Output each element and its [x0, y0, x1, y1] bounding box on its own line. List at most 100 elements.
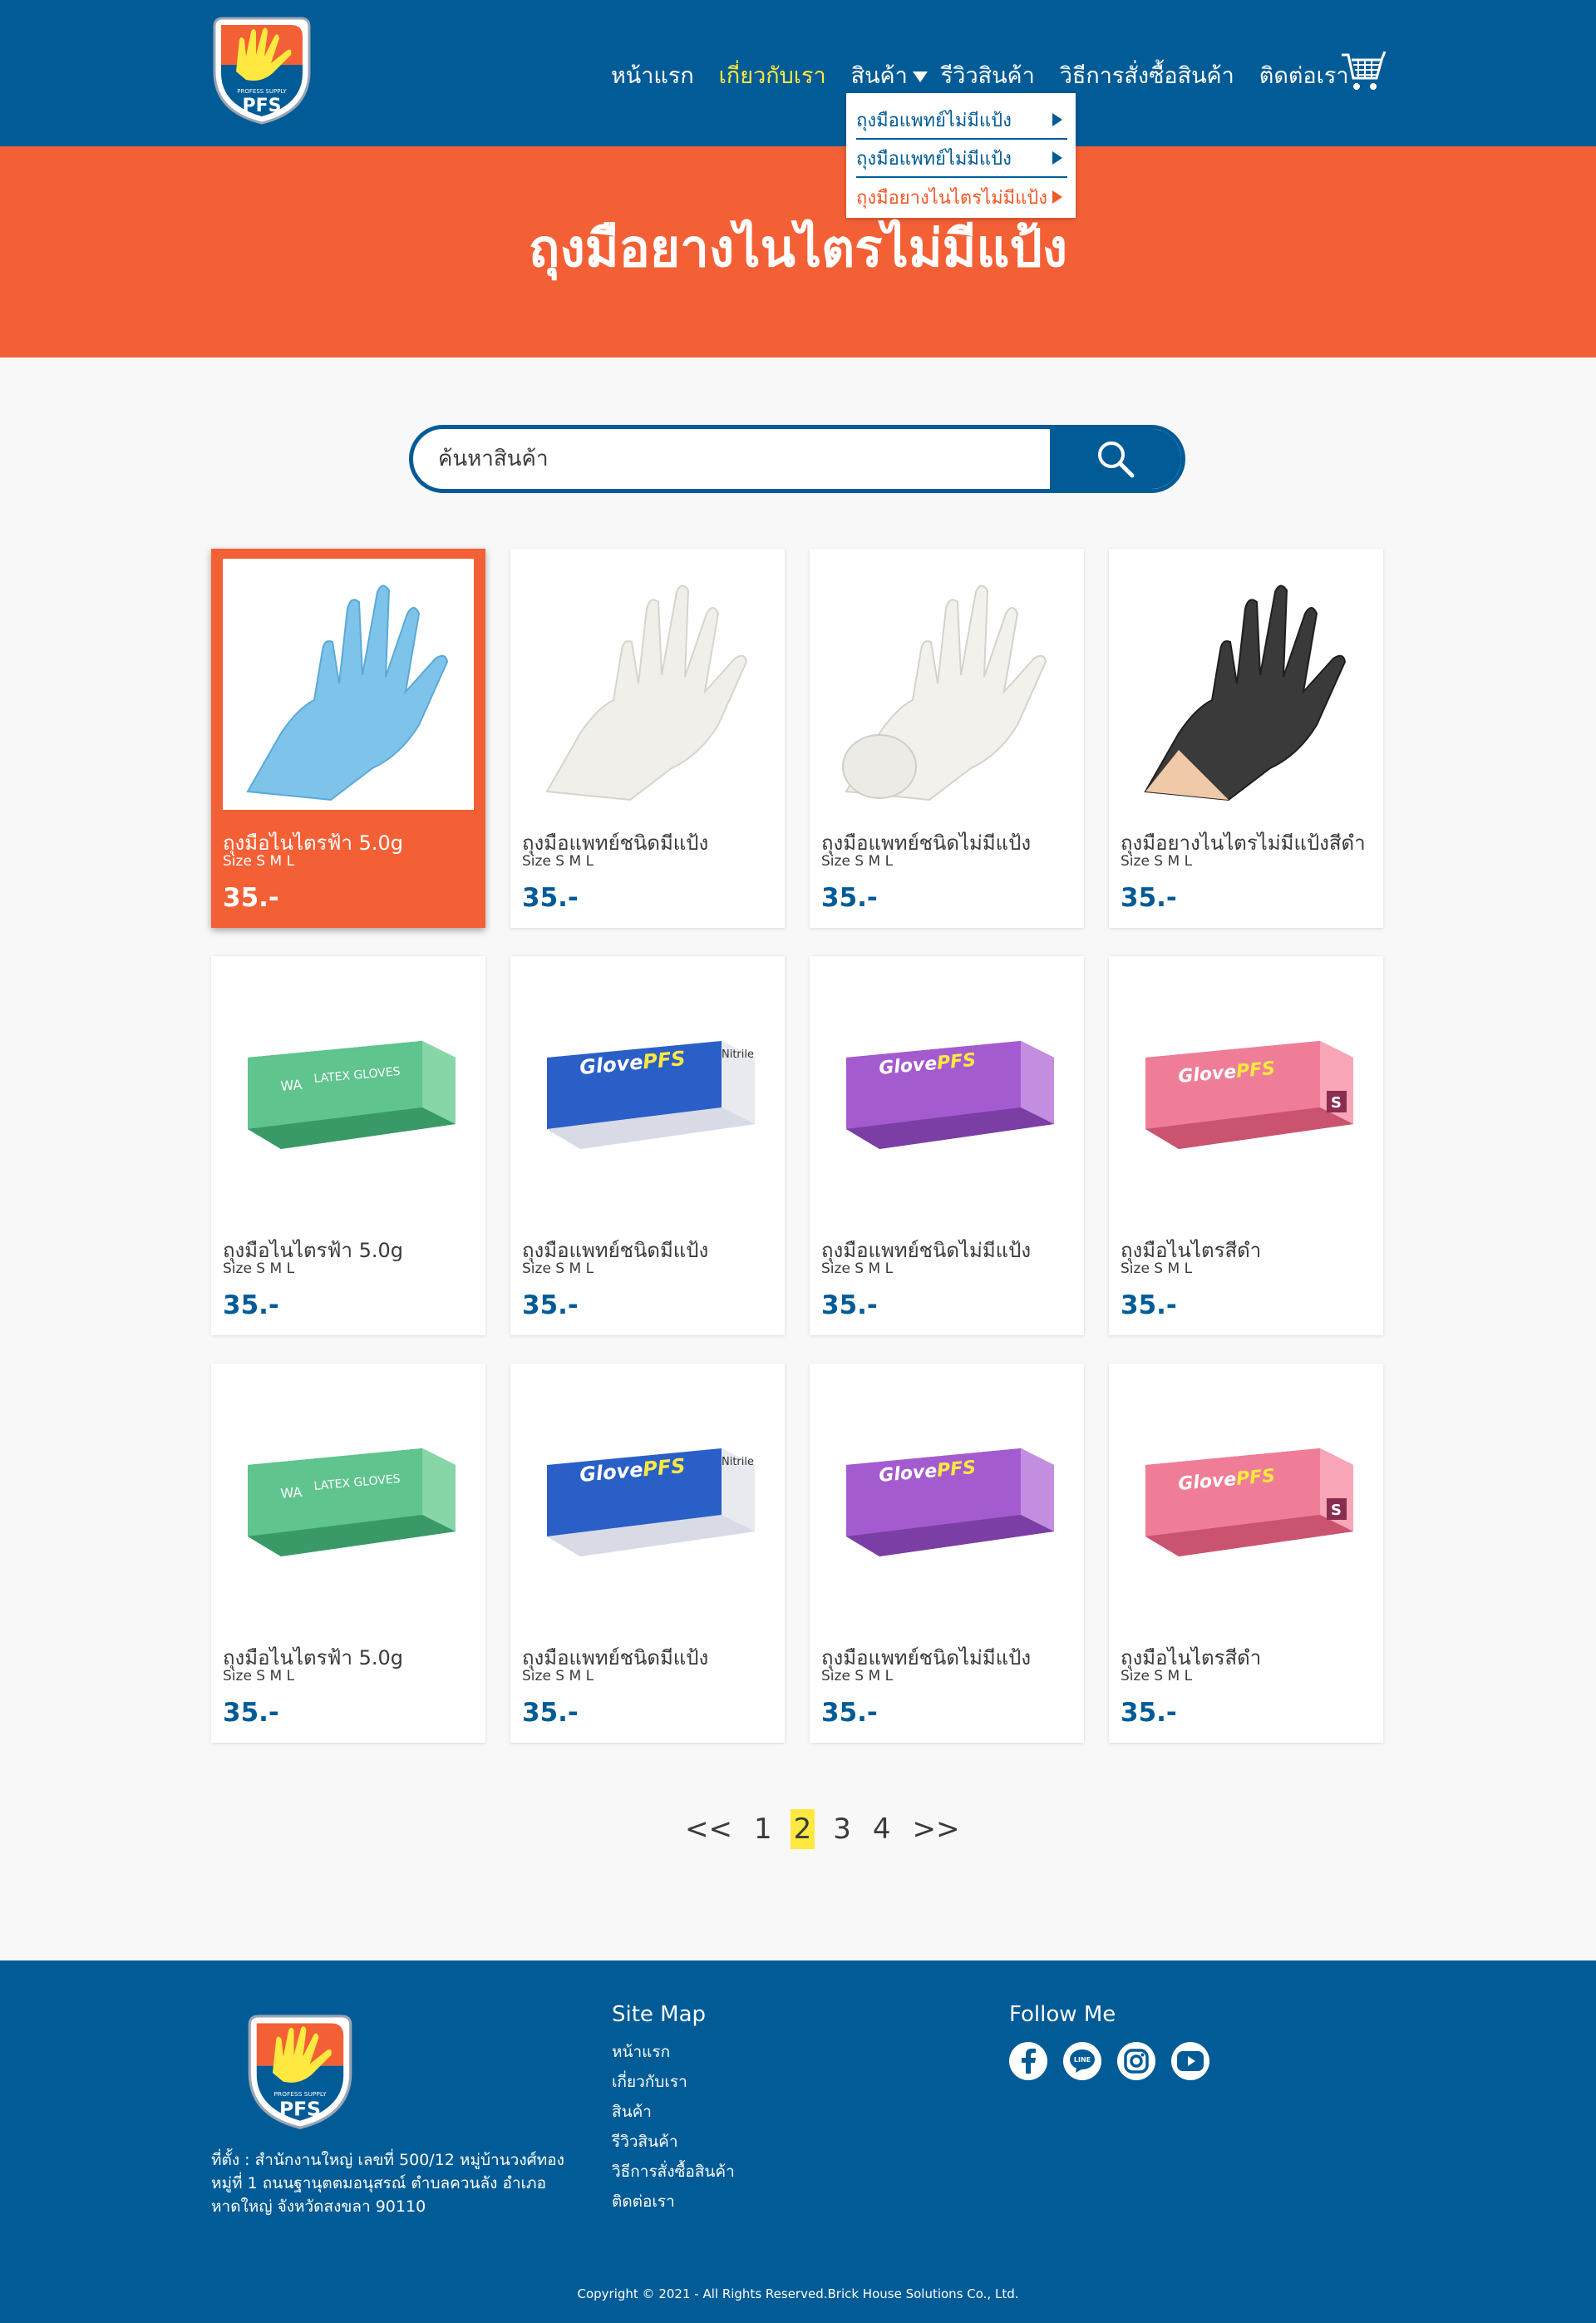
product-size: Size S M L: [223, 1668, 295, 1684]
pagination-page-4[interactable]: 4: [869, 1809, 894, 1849]
product-image[interactable]: [1121, 559, 1372, 810]
sitemap-link-home[interactable]: หน้าแรก: [612, 2037, 735, 2067]
svg-text:Nitrile: Nitrile: [722, 1048, 754, 1061]
page-title: ถุงมือยางไนไตรไม่มีแป้ง: [528, 218, 1068, 279]
product-card[interactable]: ถุงมือแพทย์ชนิดมีแป้ง Size S M L 35.-: [510, 549, 785, 928]
pagination-page-1[interactable]: 1: [751, 1809, 776, 1849]
search-icon: [1098, 441, 1135, 478]
product-price: 35.-: [1121, 883, 1177, 913]
products-dropdown-menu: ถุงมือแพทย์ไม่มีแป้ง ถุงมือแพทย์ไม่มีแป้…: [846, 93, 1076, 218]
product-image[interactable]: GlovePFS: [821, 966, 1072, 1217]
product-image[interactable]: WA LATEX GLOVES: [223, 1374, 474, 1625]
category-banner: ถุงมือยางไนไตรไม่มีแป้ง: [0, 146, 1596, 358]
product-size: Size S M L: [522, 853, 594, 870]
product-price: 35.-: [223, 1290, 279, 1320]
nav-item-contact[interactable]: ติดต่อเรา: [1259, 57, 1349, 93]
product-image[interactable]: [223, 559, 474, 810]
product-card[interactable]: GlovePFS S ถุงมือไนไตรสีดำ Size S M L 35.-: [1109, 1364, 1383, 1743]
pagination-page-2[interactable]: 2: [790, 1809, 815, 1849]
product-size: Size S M L: [821, 1260, 894, 1277]
product-card[interactable]: ถุงมือไนไตรฟ้า 5.0g Size S M L 35.-: [211, 549, 485, 928]
product-size: Size S M L: [223, 1260, 295, 1277]
search-bar: [409, 425, 1185, 493]
copyright: Copyright © 2021 - All Rights Reserved.B…: [577, 2286, 1019, 2301]
svg-text:PROFESS SUPPLY: PROFESS SUPPLY: [237, 88, 287, 95]
product-card[interactable]: WA LATEX GLOVES ถุงมือไนไตรฟ้า 5.0g Size S …: [211, 956, 485, 1335]
product-price: 35.-: [522, 883, 579, 913]
cart-icon[interactable]: [1340, 50, 1387, 93]
product-size: Size S M L: [821, 853, 894, 870]
sitemap-link-how-to-order[interactable]: วิธีการสั่งซื้อสินค้า: [612, 2157, 735, 2187]
pfs-logo[interactable]: PROFESS SUPPLY PFS: [211, 13, 313, 126]
product-image[interactable]: [821, 559, 1072, 810]
product-size: Size S M L: [821, 1668, 894, 1684]
product-card[interactable]: ถุงมือแพทย์ชนิดไม่มีแป้ง Size S M L 35.-: [810, 549, 1084, 928]
product-card[interactable]: WA LATEX GLOVES ถุงมือไนไตรฟ้า 5.0g Size S …: [211, 1364, 485, 1743]
nav-item-about[interactable]: เกี่ยวกับเรา: [719, 57, 826, 93]
nav-item-home[interactable]: หน้าแรก: [611, 57, 694, 93]
product-card[interactable]: ถุงมือยางไนไตรไม่มีแป้งสีดำ Size S M L 35.…: [1109, 549, 1383, 928]
dropdown-item-medical-gloves[interactable]: ถุงมือแพทย์ไม่มีแป้ง: [856, 101, 1067, 140]
product-card[interactable]: GlovePFS Nitrile ถุงมือแพทย์ชนิดมีแป้ง Size…: [510, 956, 785, 1335]
sitemap-link-about[interactable]: เกี่ยวกับเรา: [612, 2067, 735, 2097]
product-price: 35.-: [1121, 1290, 1177, 1320]
pagination-prev[interactable]: <<: [682, 1809, 736, 1849]
instagram-icon[interactable]: [1117, 2042, 1155, 2080]
nav-item-how-to-order[interactable]: วิธีการสั่งซื้อสินค้า: [1060, 57, 1234, 93]
product-card[interactable]: GlovePFS Nitrile ถุงมือแพทย์ชนิดมีแป้ง Size…: [510, 1364, 785, 1743]
search-button[interactable]: [1050, 429, 1181, 489]
facebook-icon[interactable]: [1009, 2042, 1047, 2080]
arrow-right-icon: [1052, 190, 1062, 204]
product-price: 35.-: [1121, 1698, 1177, 1728]
svg-text:Nitrile: Nitrile: [722, 1456, 754, 1468]
product-image[interactable]: GlovePFS Nitrile: [522, 966, 773, 1217]
product-card[interactable]: GlovePFS ถุงมือแพทย์ชนิดไม่มีแป้ง Size S M…: [810, 956, 1084, 1335]
product-size: Size S M L: [1121, 1668, 1193, 1684]
site-header: PROFESS SUPPLY PFS หน้าแรก เกี่ยวกับเรา …: [0, 0, 1596, 146]
product-card[interactable]: GlovePFS ถุงมือแพทย์ชนิดไม่มีแป้ง Size S M…: [810, 1364, 1084, 1743]
follow-title: Follow Me: [1009, 2002, 1116, 2027]
product-image[interactable]: GlovePFS S: [1121, 1374, 1372, 1625]
footer-pfs-logo[interactable]: PROFESS SUPPLY PFS: [246, 2010, 354, 2132]
site-footer: PROFESS SUPPLY PFS ที่ตั้ง : สำนักงานใหญ…: [0, 1960, 1596, 2323]
caret-down-icon: [912, 71, 928, 82]
svg-text:S: S: [1331, 1094, 1342, 1112]
dropdown-item-nitrile-gloves[interactable]: ถุงมือยางไนไตรไม่มีแป้ง: [856, 178, 1067, 216]
product-price: 35.-: [522, 1290, 579, 1320]
social-links: LINE: [1009, 2042, 1225, 2080]
youtube-icon[interactable]: [1171, 2042, 1209, 2080]
arrow-right-icon: [1052, 151, 1062, 165]
product-size: Size S M L: [1121, 853, 1193, 870]
product-price: 35.-: [223, 883, 279, 913]
product-size: Size S M L: [223, 853, 295, 870]
nav-item-products[interactable]: สินค้า: [851, 57, 928, 93]
line-icon[interactable]: LINE: [1063, 2042, 1101, 2080]
product-card[interactable]: GlovePFS S ถุงมือไนไตรสีดำ Size S M L 35.-: [1109, 956, 1383, 1335]
svg-text:PFS: PFS: [243, 96, 282, 116]
footer-address: ที่ตั้ง : สำนักงานใหญ่ เลขที่ 500/12 หมู…: [211, 2151, 564, 2216]
pagination-page-3[interactable]: 3: [830, 1809, 855, 1849]
dropdown-item-medical-gloves-2[interactable]: ถุงมือแพทย์ไม่มีแป้ง: [856, 140, 1067, 178]
product-price: 35.-: [821, 883, 878, 913]
pagination-next[interactable]: >>: [909, 1809, 963, 1849]
sitemap-link-contact[interactable]: ติดต่อเรา: [612, 2187, 735, 2217]
product-image[interactable]: [522, 559, 773, 810]
product-size: Size S M L: [522, 1260, 594, 1277]
product-image[interactable]: WA LATEX GLOVES: [223, 966, 474, 1217]
svg-text:LINE: LINE: [1074, 2056, 1091, 2064]
nav-item-reviews[interactable]: รีวิวสินค้า: [941, 57, 1035, 93]
svg-text:WA: WA: [280, 1077, 303, 1094]
sitemap-title: Site Map: [612, 2002, 707, 2027]
product-price: 35.-: [821, 1290, 878, 1320]
search-input[interactable]: [438, 429, 1020, 489]
product-price: 35.-: [522, 1698, 579, 1728]
product-image[interactable]: GlovePFS Nitrile: [522, 1374, 773, 1625]
product-image[interactable]: GlovePFS S: [1121, 966, 1372, 1217]
product-size: Size S M L: [1121, 1260, 1193, 1277]
product-image[interactable]: GlovePFS: [821, 1374, 1072, 1625]
sitemap-link-reviews[interactable]: รีวิวสินค้า: [612, 2127, 735, 2157]
product-price: 35.-: [821, 1698, 878, 1728]
sitemap-link-products[interactable]: สินค้า: [612, 2097, 735, 2127]
main-nav: หน้าแรก เกี่ยวกับเรา สินค้า รีวิวสินค้า …: [611, 58, 1374, 91]
pagination: << 1 2 3 4 >>: [682, 1809, 978, 1849]
